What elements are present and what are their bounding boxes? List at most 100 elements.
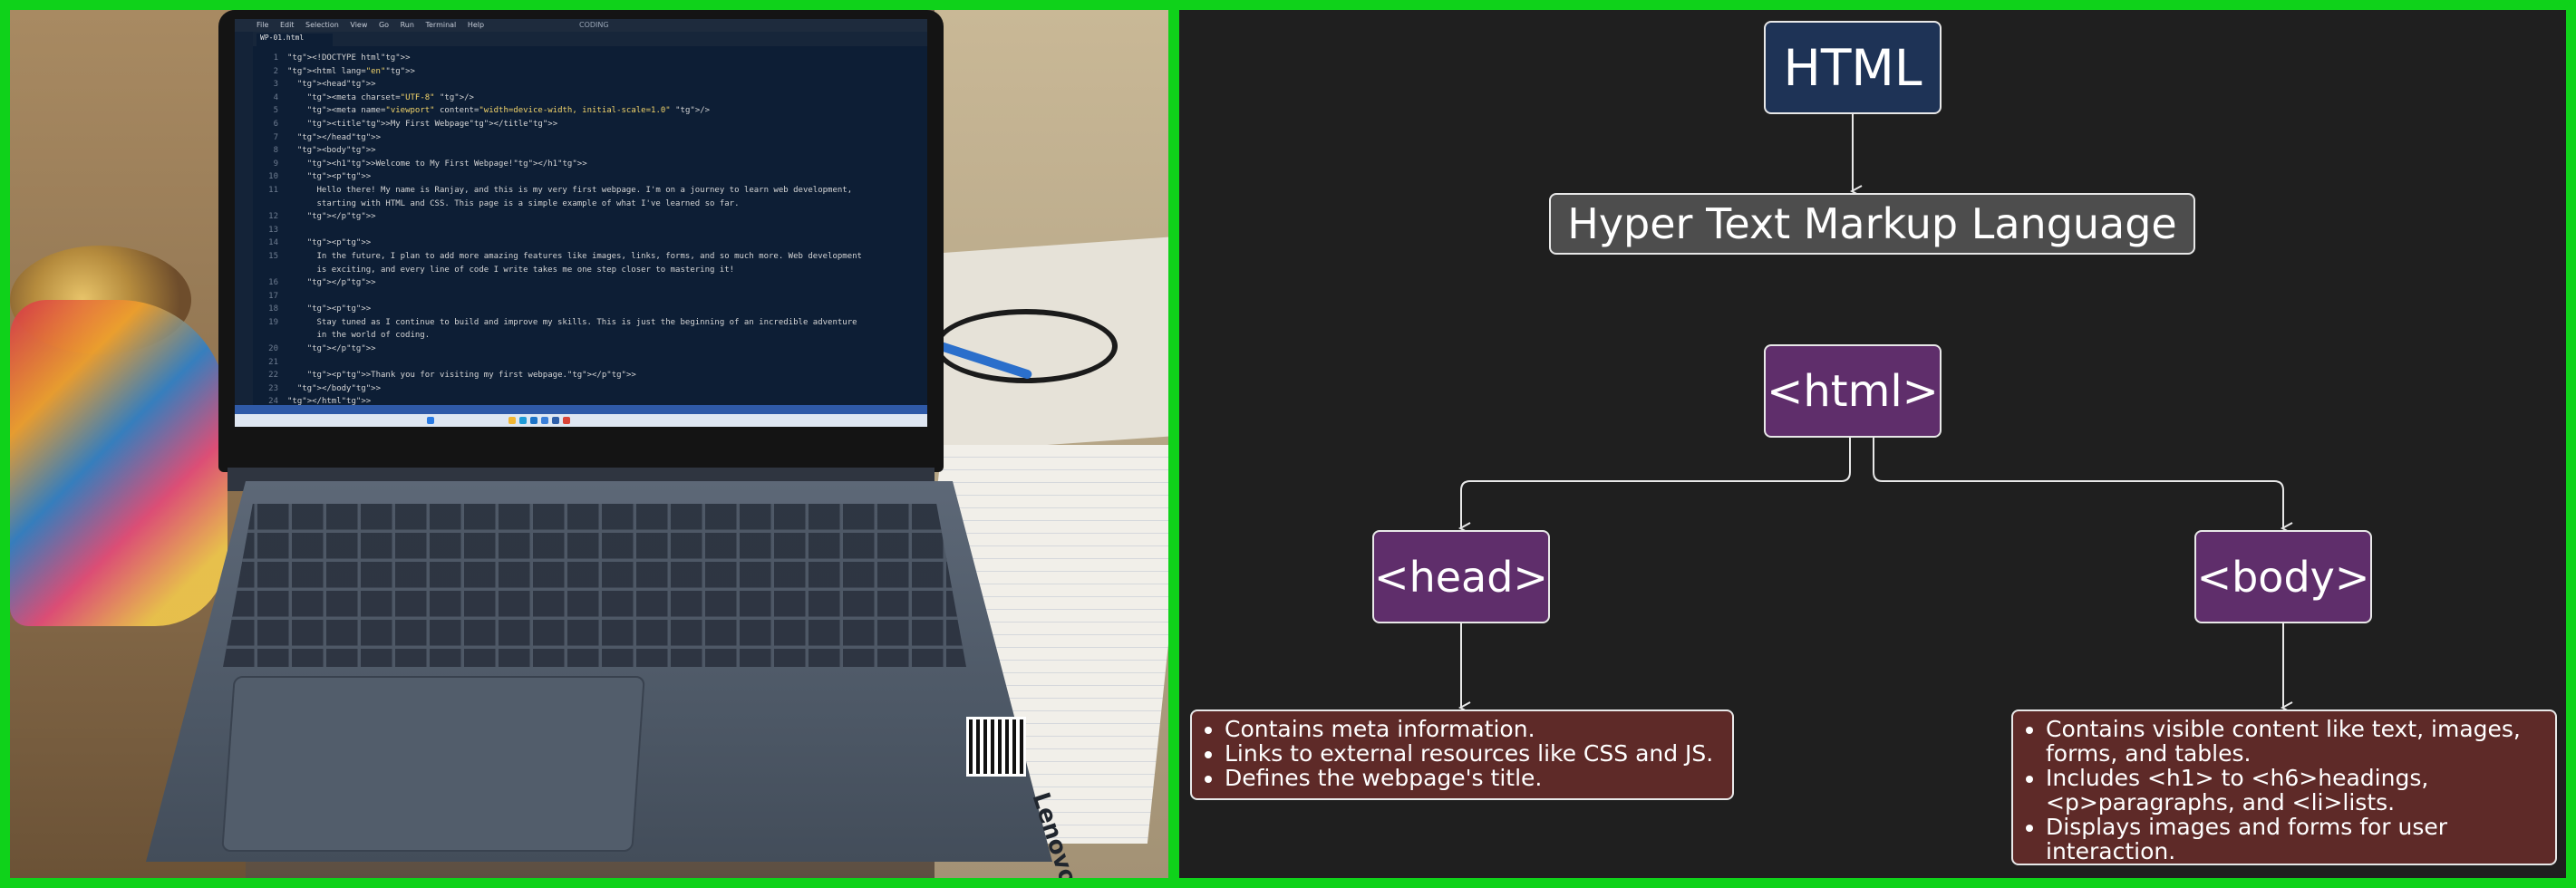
code-line: 12 "tg"></p"tg">> (253, 210, 905, 224)
line-number: 17 (268, 291, 278, 301)
line-number: 14 (268, 238, 278, 248)
html-tag-node: <html> (1764, 344, 1942, 438)
code-line: 21 (253, 356, 905, 370)
code-text: "tg"><body"tg">> (296, 146, 376, 156)
qr-sticker (966, 717, 1026, 777)
menu-view: View (350, 21, 368, 29)
code-line: 15 In the future, I plan to add more ama… (253, 250, 905, 264)
code-text: starting with HTML and CSS. This page is… (287, 198, 740, 208)
line-number: 10 (268, 172, 278, 182)
code-text: In the future, I plan to add more amazin… (287, 251, 862, 261)
code-text: "tg"><!DOCTYPE html"tg">> (287, 53, 411, 63)
menu-file: File (257, 21, 269, 29)
code-line: 18 "tg"><p"tg">> (253, 303, 905, 316)
code-line: 22 "tg"><p"tg">>Thank you for visiting m… (253, 369, 905, 382)
code-line: 19 Stay tuned as I continue to build and… (253, 316, 905, 330)
line-number: 18 (268, 304, 278, 314)
menu-run: Run (400, 21, 414, 29)
code-text: "tg"><html lang="en""tg">> (287, 66, 415, 76)
code-editor: 1 "tg"><!DOCTYPE html"tg">> 2 "tg"><html la… (253, 52, 905, 406)
line-number: 21 (268, 357, 278, 367)
code-text: "tg"><meta charset="UTF-8" "tg">/> (306, 92, 474, 102)
line-number: 7 (273, 132, 278, 142)
line-number: 5 (273, 106, 278, 116)
code-line: 7 "tg"></head"tg">> (253, 131, 905, 145)
code-text: "tg"><p"tg">> (306, 172, 372, 182)
chrome-icon (563, 417, 570, 424)
html-root-node: HTML (1764, 21, 1942, 114)
code-line: 4 "tg"><meta charset="UTF-8" "tg">/> (253, 92, 905, 105)
code-line: 10 "tg"><p"tg">> (253, 170, 905, 184)
html-expansion-node: Hyper Text Markup Language (1549, 193, 2195, 255)
touchpad (221, 676, 645, 852)
code-line: is exciting, and every line of code I wr… (253, 264, 905, 277)
store-icon (541, 417, 548, 424)
code-text: "tg"><meta name="viewport" content="widt… (306, 106, 711, 116)
code-line: 8 "tg"><body"tg">> (253, 144, 905, 158)
body-item: Contains visible content like text, imag… (2046, 717, 2546, 766)
line-number: 15 (268, 251, 278, 261)
line-number: 22 (268, 371, 278, 381)
editor-tabbar: WP-01.html (235, 32, 927, 46)
code-text: "tg"><title"tg">>My First Webpage"tg"></… (306, 119, 558, 129)
code-line: 3 "tg"><head"tg">> (253, 78, 905, 92)
line-number: 20 (268, 344, 278, 354)
editor-search: CODING (579, 21, 609, 29)
head-item: Defines the webpage's title. (1225, 766, 1723, 790)
code-text: "tg"><p"tg">> (306, 238, 372, 248)
code-line: 11 Hello there! My name is Ranjay, and t… (253, 184, 905, 198)
code-text: "tg"><p"tg">>Thank you for visiting my f… (306, 371, 636, 381)
laptop-photo: File Edit Selection View Go Run Terminal… (10, 10, 1168, 878)
folder-icon (508, 417, 516, 424)
body-item: Includes <h1> to <h6>headings, <p>paragr… (2046, 766, 2546, 815)
mail-icon (552, 417, 559, 424)
line-number: 23 (268, 383, 278, 393)
code-line: 23 "tg"></body"tg">> (253, 382, 905, 396)
vscode-icon (530, 417, 537, 424)
code-text: "tg"></p"tg">> (306, 278, 376, 288)
code-text: "tg"></p"tg">> (306, 212, 376, 222)
menu-terminal: Terminal (425, 21, 457, 29)
editor-statusbar (235, 405, 927, 414)
code-line: 13 (253, 224, 905, 237)
code-line: starting with HTML and CSS. This page is… (253, 198, 905, 211)
edge-html-to-head (1461, 438, 1851, 528)
line-number: 19 (268, 317, 278, 327)
menu-help: Help (467, 21, 485, 29)
code-line: 16 "tg"></p"tg">> (253, 276, 905, 290)
code-line: 14 "tg"><p"tg">> (253, 236, 905, 250)
code-text: Stay tuned as I continue to build and im… (287, 317, 857, 327)
line-number: 12 (268, 212, 278, 222)
code-text: "tg"><head"tg">> (296, 80, 376, 90)
code-text: "tg"></head"tg">> (296, 132, 381, 142)
code-text: "tg"><p"tg">> (306, 304, 372, 314)
activity-bar (235, 32, 253, 412)
head-item: Links to external resources like CSS and… (1225, 741, 1723, 766)
windows-taskbar (235, 414, 927, 427)
code-line: 17 (253, 290, 905, 304)
code-text: in the world of coding. (287, 331, 431, 341)
windows-start-icon (427, 417, 434, 424)
body-tag-node: <body> (2194, 530, 2372, 623)
head-tag-node: <head> (1372, 530, 1550, 623)
editor-menubar: File Edit Selection View Go Run Terminal… (235, 19, 927, 32)
code-line: 20 "tg"></p"tg">> (253, 343, 905, 356)
body-description: Contains visible content like text, imag… (2011, 709, 2557, 865)
code-line: 1 "tg"><!DOCTYPE html"tg">> (253, 52, 905, 65)
line-number: 1 (273, 53, 278, 63)
head-description: Contains meta information. Links to exte… (1190, 709, 1734, 800)
colorful-cloth (10, 300, 228, 626)
editor-tab: WP-01.html (257, 34, 333, 46)
line-number: 4 (273, 92, 278, 102)
menu-edit: Edit (279, 21, 295, 29)
line-number: 3 (273, 80, 278, 90)
code-text: is exciting, and every line of code I wr… (287, 265, 735, 275)
line-number: 2 (273, 66, 278, 76)
code-text: "tg"></p"tg">> (306, 344, 376, 354)
line-number: 11 (268, 185, 278, 195)
code-line: 9 "tg"><h1"tg">>Welcome to My First Webp… (253, 158, 905, 171)
line-number: 9 (273, 159, 278, 169)
edge-icon (519, 417, 527, 424)
line-number: 13 (268, 225, 278, 235)
line-number: 8 (273, 146, 278, 156)
